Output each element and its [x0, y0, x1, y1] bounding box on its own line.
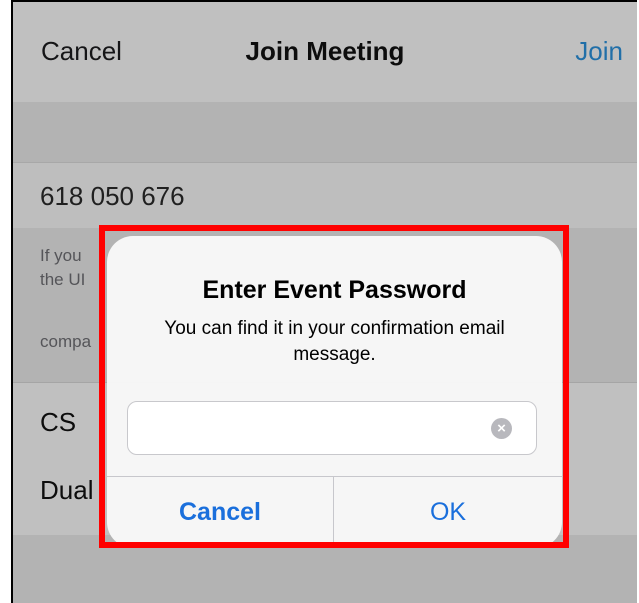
dialog-cancel-button[interactable]: Cancel — [107, 477, 333, 548]
dialog-ok-button[interactable]: OK — [334, 477, 562, 548]
dialog-title: Enter Event Password — [202, 276, 467, 304]
password-field[interactable]: × — [127, 401, 537, 456]
password-input[interactable] — [140, 402, 484, 456]
password-dialog: Enter Event Password You can find it in … — [107, 236, 562, 548]
dialog-message: You can find it in your confirmation ema… — [164, 318, 505, 365]
clear-icon[interactable]: × — [491, 418, 512, 439]
